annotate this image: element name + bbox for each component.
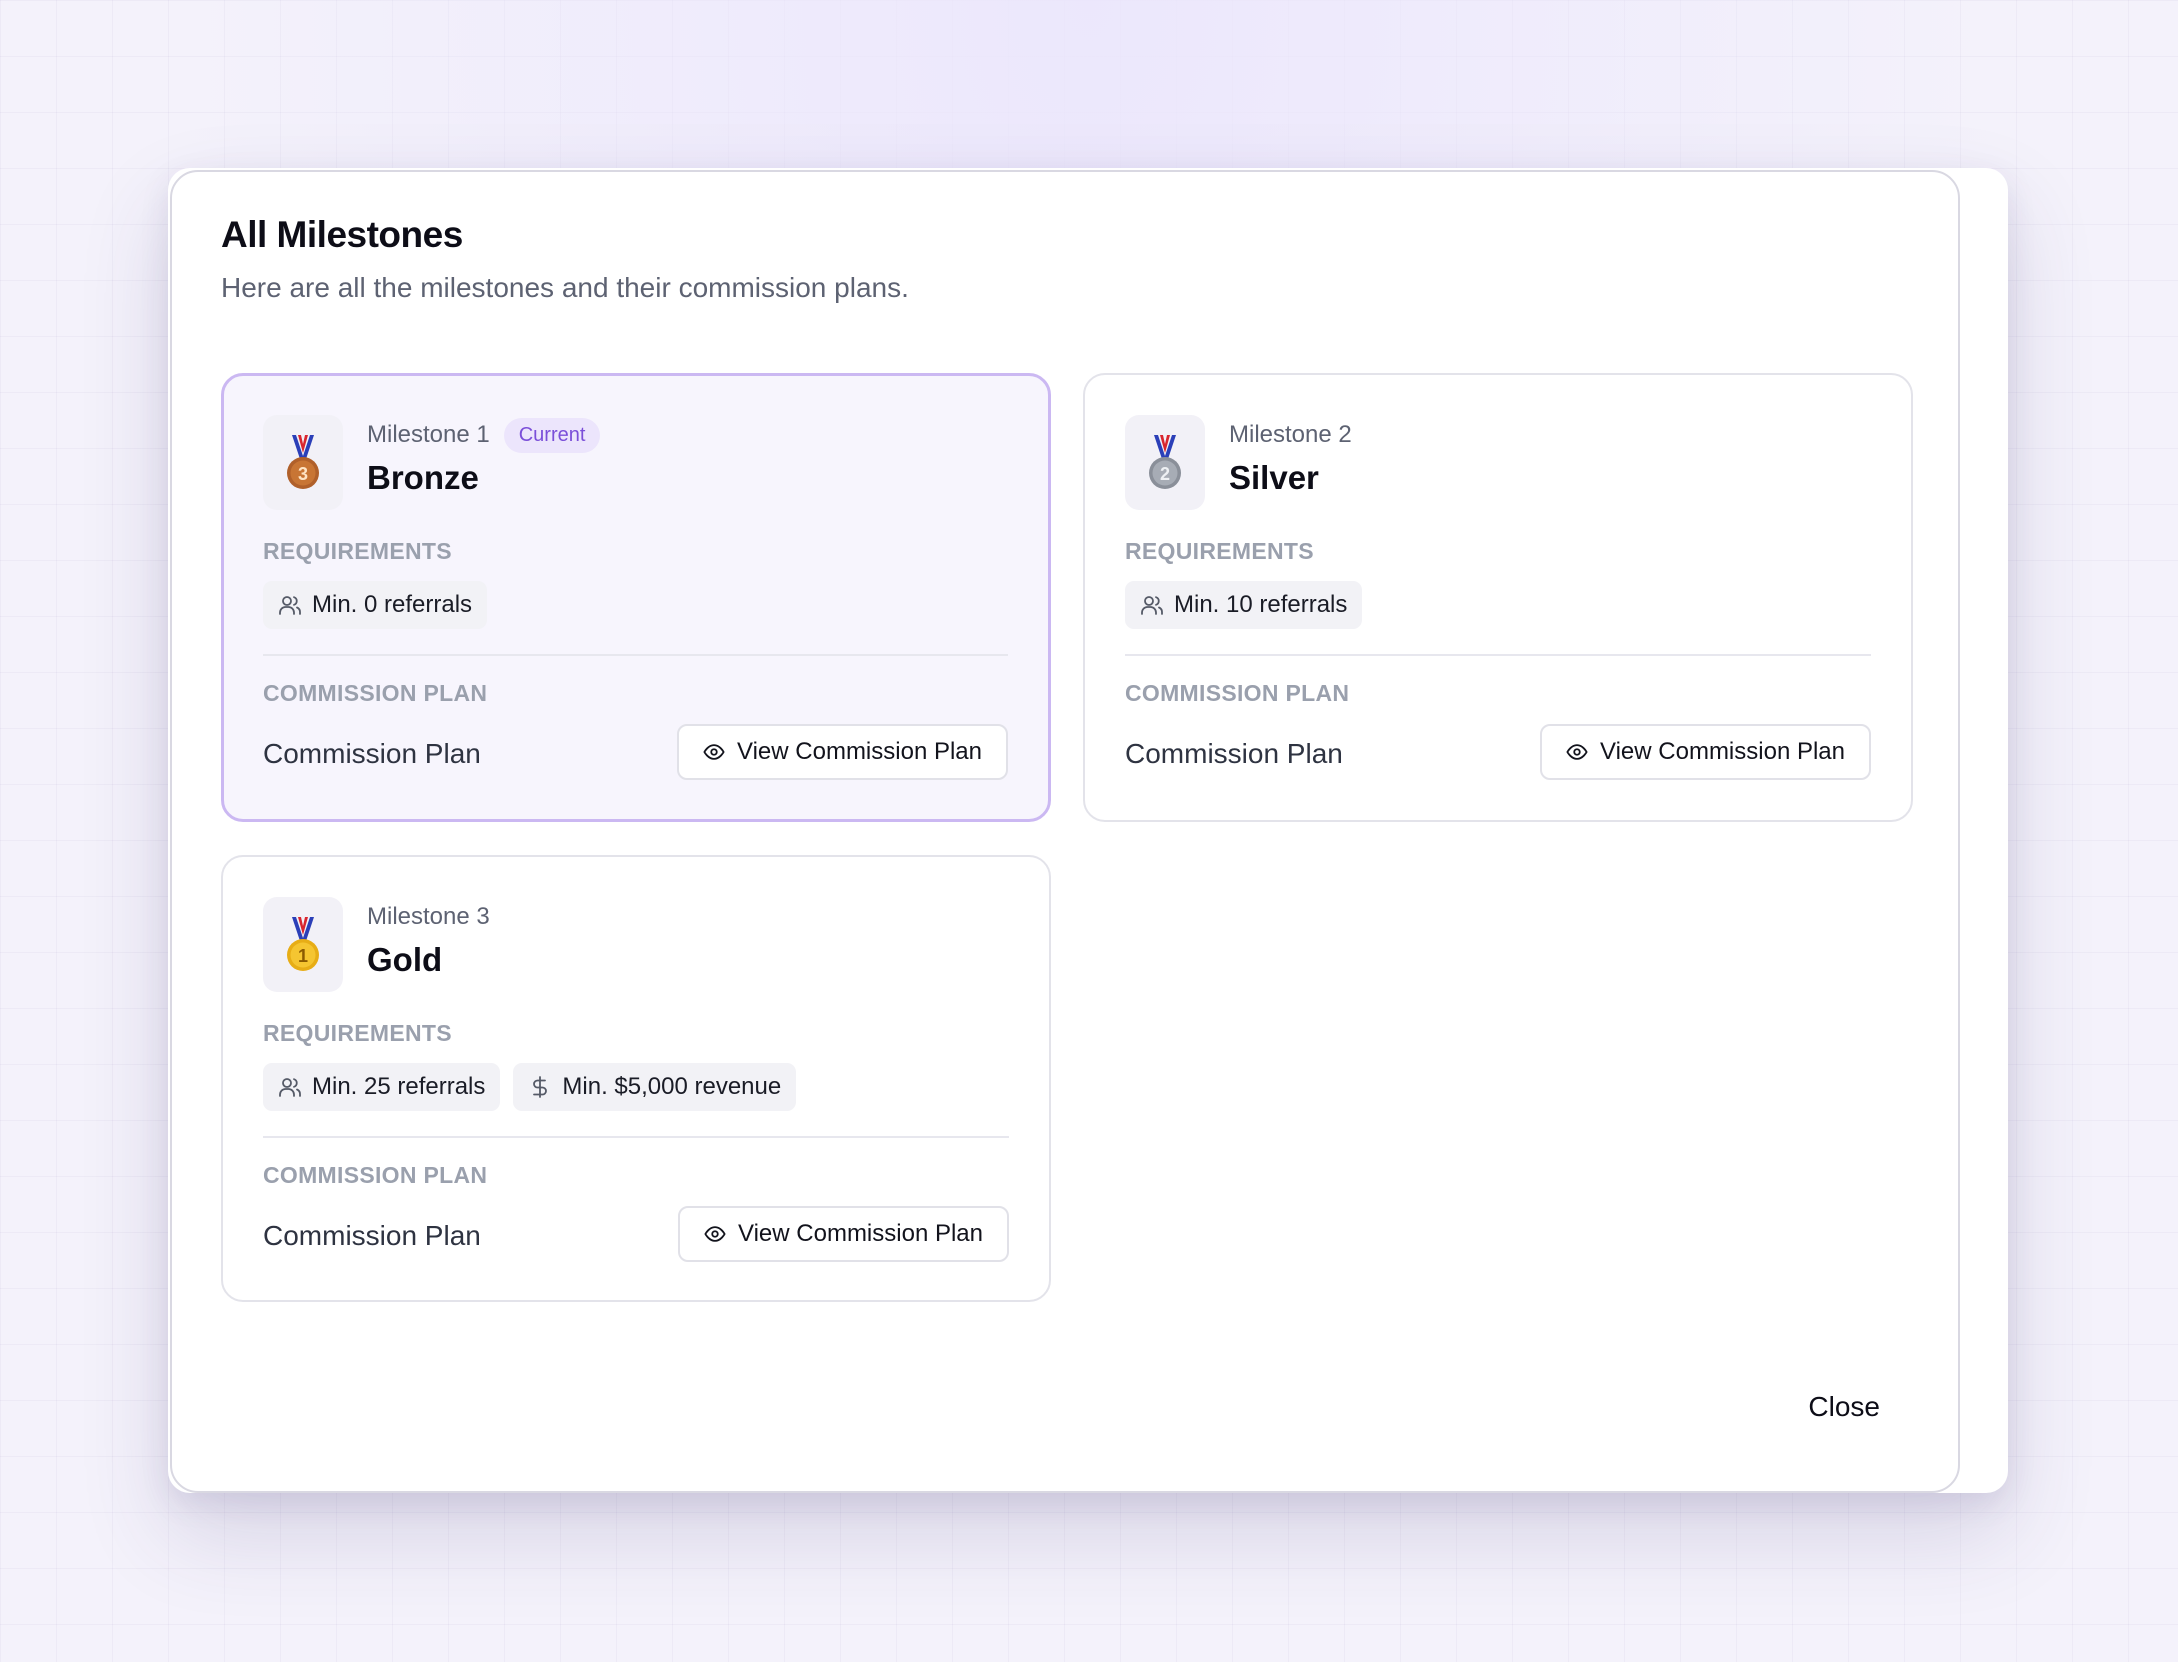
commission-plan-heading: COMMISSION PLAN <box>1125 680 1350 706</box>
silver-medal-icon: 2 <box>1125 415 1205 510</box>
requirement-chip-referrals: Min. 0 referrals <box>263 581 488 629</box>
eye-icon <box>1566 744 1588 760</box>
milestone-card-gold: 1 Milestone 3 Gold REQUIREMENTS Min. 25 … <box>221 855 1051 1302</box>
view-commission-plan-label: View Commission Plan <box>738 1220 983 1247</box>
milestone-card-bronze: 3 Milestone 1 Current Bronze REQUIREMENT… <box>221 373 1051 822</box>
card-divider <box>263 654 1008 656</box>
milestone-number-label: Milestone 3 <box>367 903 490 930</box>
view-commission-plan-button[interactable]: View Commission Plan <box>677 724 1008 780</box>
commission-plan-heading: COMMISSION PLAN <box>263 1162 488 1188</box>
commission-plan-name: Commission Plan <box>263 738 481 769</box>
requirements-list: Min. 25 referrals Min. $5,000 revenue <box>263 1063 797 1111</box>
commission-plan-name: Commission Plan <box>263 1220 481 1251</box>
dialog-title: All Milestones <box>221 214 463 255</box>
requirement-text: Min. 10 referrals <box>1174 591 1348 618</box>
users-icon <box>279 596 301 615</box>
users-icon <box>1141 596 1163 615</box>
view-commission-plan-button[interactable]: View Commission Plan <box>1540 724 1871 780</box>
milestone-card-silver: 2 Milestone 2 Silver REQUIREMENTS Min. 1… <box>1083 373 1913 822</box>
card-divider <box>1125 654 1871 656</box>
svg-text:3: 3 <box>298 464 308 484</box>
milestone-number-label: Milestone 1 <box>367 421 490 448</box>
dialog-subtitle: Here are all the milestones and their co… <box>221 272 909 303</box>
view-commission-plan-label: View Commission Plan <box>737 738 982 765</box>
users-icon <box>279 1078 301 1097</box>
requirements-heading: REQUIREMENTS <box>1125 538 1314 564</box>
view-commission-plan-label: View Commission Plan <box>1600 738 1845 765</box>
requirements-heading: REQUIREMENTS <box>263 538 452 564</box>
svg-text:1: 1 <box>298 946 308 966</box>
bronze-medal-icon: 3 <box>263 415 343 510</box>
eye-icon <box>704 1226 726 1242</box>
milestone-name: Silver <box>1229 459 1319 496</box>
dollar-icon <box>533 1076 548 1098</box>
requirements-list: Min. 0 referrals <box>263 581 488 629</box>
requirement-text: Min. 25 referrals <box>312 1073 486 1100</box>
milestone-name: Bronze <box>367 459 479 496</box>
requirement-text: Min. 0 referrals <box>312 591 473 618</box>
milestones-dialog: All Milestones Here are all the mileston… <box>170 170 1960 1493</box>
requirements-list: Min. 10 referrals <box>1125 581 1363 629</box>
requirement-chip-referrals: Min. 10 referrals <box>1125 581 1363 629</box>
requirements-heading: REQUIREMENTS <box>263 1020 452 1046</box>
view-commission-plan-button[interactable]: View Commission Plan <box>678 1206 1009 1262</box>
close-button[interactable]: Close <box>1808 1391 1880 1423</box>
requirement-text: Min. $5,000 revenue <box>562 1073 782 1100</box>
requirement-chip-referrals: Min. 25 referrals <box>263 1063 501 1111</box>
card-divider <box>263 1136 1009 1138</box>
eye-icon <box>703 744 725 760</box>
svg-text:2: 2 <box>1160 464 1170 484</box>
commission-plan-heading: COMMISSION PLAN <box>263 680 488 706</box>
milestone-name: Gold <box>367 941 443 978</box>
requirement-chip-revenue: Min. $5,000 revenue <box>513 1063 797 1111</box>
milestone-number-label: Milestone 2 <box>1229 421 1352 448</box>
gold-medal-icon: 1 <box>263 897 343 992</box>
current-badge: Current <box>503 417 601 453</box>
commission-plan-name: Commission Plan <box>1125 738 1343 769</box>
